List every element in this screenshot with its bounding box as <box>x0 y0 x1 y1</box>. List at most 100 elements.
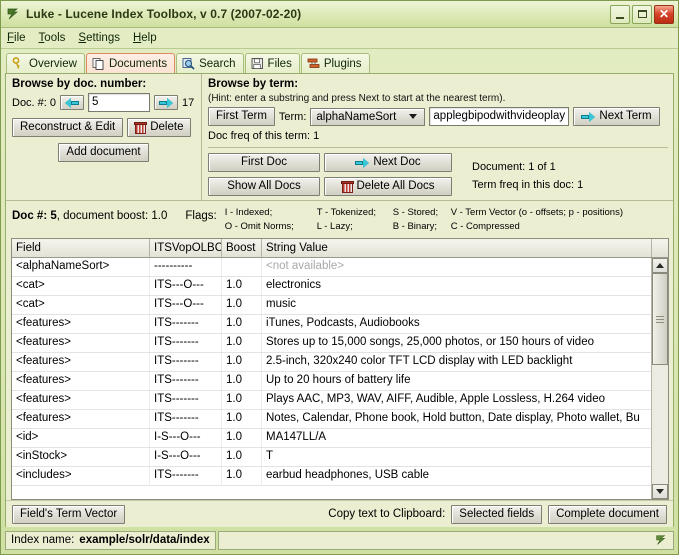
cell-flags: ITS------- <box>150 372 222 390</box>
cell-boost: 1.0 <box>222 467 262 485</box>
scroll-up-button[interactable] <box>652 258 668 273</box>
tab-search[interactable]: Search <box>176 53 244 73</box>
copy-complete-document-button[interactable]: Complete document <box>548 504 667 524</box>
menu-tools[interactable]: Tools <box>39 32 66 44</box>
term-row: First Term Term: alphaNameSort Next Term <box>208 107 668 126</box>
doc-number-label: Doc. #: 0 <box>12 96 57 109</box>
column-header-boost[interactable]: Boost <box>222 239 262 257</box>
table-row[interactable]: <cat> ITS---O--- 1.0 electronics <box>12 277 651 296</box>
cell-field: <alphaNameSort> <box>12 258 150 276</box>
menu-bar: File Tools Settings Help <box>1 28 678 49</box>
add-document-button[interactable]: Add document <box>58 143 149 162</box>
cell-boost: 1.0 <box>222 429 262 447</box>
table-row[interactable]: <includes> ITS------- 1.0 earbud headphones… <box>12 467 651 486</box>
close-button[interactable]: ✕ <box>654 4 674 24</box>
table-body: <alphaNameSort> ---------- <not available>… <box>12 258 651 499</box>
delete-all-docs-button[interactable]: Delete All Docs <box>324 177 452 196</box>
cell-flags: ITS------- <box>150 391 222 409</box>
cell-flags: ITS------- <box>150 353 222 371</box>
scrollbar-thumb[interactable] <box>652 273 668 365</box>
previous-doc-button[interactable] <box>60 95 85 110</box>
scroll-down-button[interactable] <box>652 484 668 499</box>
next-doc-number-button[interactable] <box>154 95 179 110</box>
show-all-docs-button[interactable]: Show All Docs <box>208 177 320 196</box>
menu-file[interactable]: File <box>7 32 26 44</box>
cell-boost: 1.0 <box>222 315 262 333</box>
cell-boost: 1.0 <box>222 296 262 314</box>
window-controls: ✕ <box>610 4 675 24</box>
doc-info-row: Doc #: 5, document boost: 1.0 Flags: I -… <box>6 200 673 238</box>
first-doc-button[interactable]: First Doc <box>208 153 320 172</box>
table-row[interactable]: <alphaNameSort> ---------- <not available> <box>12 258 651 277</box>
trash-icon <box>340 180 354 193</box>
minimize-button[interactable] <box>610 4 630 24</box>
tab-bar: Overview Documents Search Files Plugins <box>1 49 678 73</box>
next-term-button[interactable]: Next Term <box>573 107 660 126</box>
table-row[interactable]: <features> ITS------- 1.0 Plays AAC, MP3, W… <box>12 391 651 410</box>
cell-string-value: Notes, Calendar, Phone book, Hold button… <box>266 412 640 424</box>
cell-string-value: MA147LL/A <box>266 431 327 443</box>
right-arrow-icon <box>159 97 173 108</box>
table-row[interactable]: <features> ITS------- 1.0 iTunes, Podcasts,… <box>12 315 651 334</box>
scroll-up-icon <box>656 263 664 268</box>
doc-info: Doc #: 5, document boost: 1.0 <box>12 205 167 222</box>
column-header-flags[interactable]: ITSVopOLBC <box>150 239 222 257</box>
tab-documents[interactable]: Documents <box>85 53 176 73</box>
doc-number-input[interactable] <box>88 93 151 112</box>
doc-freq-label: Doc freq of this term: 1 <box>208 130 320 142</box>
maximize-button[interactable] <box>632 4 652 24</box>
term-field-select[interactable]: alphaNameSort <box>310 107 426 126</box>
cell-field: <includes> <box>12 467 150 485</box>
tab-plugins[interactable]: Plugins <box>300 53 370 73</box>
magnifier-icon <box>182 57 195 70</box>
table-row[interactable]: <id> I-S---O--- 1.0 MA147LL/A <box>12 429 651 448</box>
menu-tools-label: ools <box>44 32 66 44</box>
table-row[interactable]: <features> ITS------- 1.0 2.5-inch, 320x240… <box>12 353 651 372</box>
term-text-input[interactable] <box>429 107 570 126</box>
menu-settings-label: ettings <box>86 32 120 44</box>
luke-icon <box>5 6 21 22</box>
cell-string-value: Up to 20 hours of battery life <box>266 374 411 386</box>
next-doc-button[interactable]: Next Doc <box>324 153 452 172</box>
scrollbar-grip <box>656 316 664 324</box>
tab-files-label: Files <box>267 57 292 70</box>
copy-selected-fields-button[interactable]: Selected fields <box>451 504 543 524</box>
column-header-field[interactable]: Field <box>12 239 150 257</box>
tab-documents-label: Documents <box>108 57 168 70</box>
table-row[interactable]: <features> ITS------- 1.0 Notes, Calendar, … <box>12 410 651 429</box>
table-row[interactable]: <inStock> I-S---O--- 1.0 T <box>12 448 651 467</box>
table-body-area: <alphaNameSort> ---------- <not available>… <box>12 258 668 499</box>
legend-term-vector: V - Term Vector (o - offsets; p - positi… <box>450 207 623 218</box>
trash-icon <box>134 121 148 134</box>
action-bar: Field's Term Vector Copy text to Clipboa… <box>6 500 673 527</box>
cell-flags: ---------- <box>150 258 222 276</box>
right-arrow-icon <box>581 111 595 122</box>
first-term-button[interactable]: First Term <box>208 107 275 126</box>
table-vertical-scrollbar[interactable] <box>651 258 668 499</box>
cell-boost <box>222 258 262 276</box>
field-term-vector-button[interactable]: Field's Term Vector <box>12 504 126 524</box>
tab-files[interactable]: Files <box>244 53 300 73</box>
doc-nav-row: Doc. #: 0 17 <box>12 93 195 112</box>
cell-boost: 1.0 <box>222 353 262 371</box>
table-row[interactable]: <features> ITS------- 1.0 Up to 20 hours of… <box>12 372 651 391</box>
reconstruct-and-edit-button[interactable]: Reconstruct & Edit <box>12 118 124 137</box>
plugins-icon <box>307 57 320 70</box>
legend-tokenized: T - Tokenized; <box>316 207 377 218</box>
menu-help[interactable]: Help <box>133 32 157 44</box>
cell-field: <features> <box>12 391 150 409</box>
table-row[interactable]: <cat> ITS---O--- 1.0 music <box>12 296 651 315</box>
column-header-string-value[interactable]: String Value <box>262 239 652 257</box>
next-term-label: Next Term <box>599 110 652 122</box>
table-row[interactable]: <features> ITS------- 1.0 Stores up to 15,0… <box>12 334 651 353</box>
scroll-down-icon <box>656 489 664 494</box>
tab-overview[interactable]: Overview <box>6 53 85 73</box>
cell-string-value: electronics <box>266 279 321 291</box>
key-icon <box>12 57 25 70</box>
delete-doc-button[interactable]: Delete <box>127 118 192 137</box>
menu-settings[interactable]: Settings <box>78 32 120 44</box>
legend-indexed: I - Indexed; <box>224 207 273 218</box>
browse-by-term-panel: Browse by term: (Hint: enter a substring… <box>202 74 673 200</box>
scrollbar-track[interactable] <box>652 273 668 484</box>
copy-to-clipboard-label: Copy text to Clipboard: <box>328 508 446 520</box>
